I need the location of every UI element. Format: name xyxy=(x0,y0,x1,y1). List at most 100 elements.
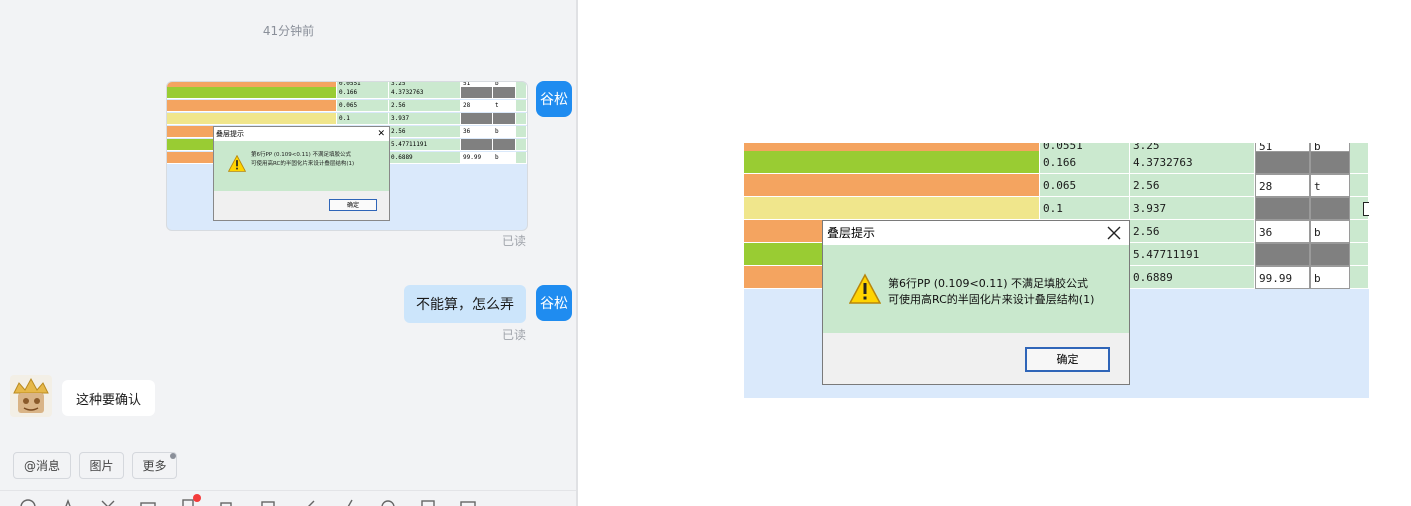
thumbnail-cell xyxy=(167,100,337,112)
scissors-icon[interactable] xyxy=(100,499,116,506)
thumbnail-cell: b xyxy=(493,152,516,164)
thumbnail-cell: 4.3732763 xyxy=(389,87,461,99)
dialog-message-line2: 可使用高RC的半固化片来设计叠层结构(1) xyxy=(888,293,1095,306)
layer-color-cell xyxy=(744,174,1040,197)
thumbnail-cell xyxy=(493,87,516,99)
message-timestamp: 41分钟前 xyxy=(262,24,315,38)
my-avatar[interactable]: 谷松 xyxy=(536,81,572,117)
copper-cell: 99.99 xyxy=(1255,266,1310,289)
thumbnail-cell: 0.065 xyxy=(337,100,389,112)
copper-cell xyxy=(1255,151,1310,174)
value-cell: 4.3732763 xyxy=(1130,151,1255,174)
thumbnail-cell: 2.56 xyxy=(389,100,461,112)
side-cell: b xyxy=(1310,220,1350,243)
pane-divider xyxy=(576,0,578,506)
chat-pane: 41分钟前 0.0551 3.25 51 b 0.166 4.3732763 0.065 2.… xyxy=(0,0,577,506)
side-cell: b xyxy=(1310,266,1350,289)
thumbnail-cell: 3.937 xyxy=(389,113,461,125)
thumbnail-dialog-line2: 可使用高RC的半固化片来设计叠层结构(1) xyxy=(251,161,355,167)
emoji-icon[interactable] xyxy=(20,499,36,506)
layer-color-cell xyxy=(744,151,1040,174)
thumbnail-table-row: 0.065 2.56 28 t xyxy=(167,100,527,112)
copper-cell xyxy=(1255,243,1310,266)
ok-button[interactable]: 确定 xyxy=(1025,347,1110,372)
location-icon[interactable] xyxy=(380,499,396,506)
side-cell xyxy=(1310,197,1350,220)
thumbnail-dialog-title: 叠层提示 xyxy=(216,130,244,138)
my-message-bubble[interactable]: 不能算，怎么弄 xyxy=(404,285,526,323)
table-row: 0.1 3.937 xyxy=(744,197,1369,220)
copper-cell: 28 xyxy=(1255,174,1310,197)
table-row: 0.166 4.3732763 xyxy=(744,151,1369,174)
value-cell: 5.47711191 xyxy=(1130,243,1255,266)
thickness-cell: 0.166 xyxy=(1040,151,1130,174)
side-cell: t xyxy=(1310,174,1350,197)
thumbnail-cell xyxy=(493,139,516,151)
contact-avatar-image xyxy=(10,375,52,417)
contact-message-bubble[interactable]: 这种要确认 xyxy=(62,380,155,416)
thumbnail-table-row: 0.1 3.937 xyxy=(167,113,527,125)
checkbox-cell xyxy=(1350,266,1369,289)
thumbnail-cell: 5.47711191 xyxy=(389,139,461,151)
thumbnail-dialog-line1: 第6行PP (0.109<0.11) 不满足填胶公式 xyxy=(251,152,352,158)
mention-button[interactable]: @消息 xyxy=(13,452,71,479)
checkbox-cell xyxy=(1350,151,1369,174)
thumbnail-warning-icon xyxy=(228,155,246,172)
image-message-thumbnail[interactable]: 0.0551 3.25 51 b 0.166 4.3732763 0.065 2.56 28 t 0… xyxy=(166,81,528,231)
video-icon[interactable] xyxy=(220,499,236,506)
contact-avatar[interactable] xyxy=(10,375,52,417)
row-checkbox[interactable] xyxy=(1363,202,1369,216)
thumbnail-ok-button: 确定 xyxy=(329,199,377,211)
dialog-body: 第6行PP (0.109<0.11) 不满足填胶公式 可使用高RC的半固化片来设… xyxy=(823,245,1129,333)
thumbnail-cell xyxy=(516,100,527,112)
more-indicator-dot xyxy=(170,453,176,459)
thumbnail-cell xyxy=(167,87,337,99)
checkbox-cell xyxy=(1350,174,1369,197)
close-icon[interactable] xyxy=(1107,226,1121,240)
thumbnail-cell: b xyxy=(493,126,516,138)
read-status: 已读 xyxy=(502,234,527,248)
notification-dot xyxy=(193,494,201,502)
my-avatar[interactable]: 谷松 xyxy=(536,285,572,321)
chat-toolbar xyxy=(0,490,577,506)
grid-icon[interactable] xyxy=(420,499,436,506)
image-button[interactable]: 图片 xyxy=(79,452,124,479)
screen-icon[interactable] xyxy=(460,499,476,506)
thumbnail-cell xyxy=(461,139,493,151)
calendar-icon[interactable] xyxy=(260,499,276,506)
thumbnail-table-row: 0.166 4.3732763 xyxy=(167,87,527,99)
stackup-warning-dialog: 叠层提示 第6行PP (0.109<0.11) 不满足填胶公式 可使用高RC的半… xyxy=(822,220,1130,385)
value-cell: 0.6889 xyxy=(1130,266,1255,289)
checkbox-cell xyxy=(1350,243,1369,266)
thumbnail-cell xyxy=(516,126,527,138)
thumbnail-cell xyxy=(167,113,337,125)
thumbnail-cell: 99.99 xyxy=(461,152,493,164)
value-cell: 2.56 xyxy=(1130,174,1255,197)
dialog-title: 叠层提示 xyxy=(827,226,876,240)
thumbnail-cell: 0.1 xyxy=(337,113,389,125)
thumbnail-cell: 0.6889 xyxy=(389,152,461,164)
warning-icon xyxy=(849,273,881,304)
side-cell xyxy=(1310,151,1350,174)
font-icon[interactable] xyxy=(60,499,76,506)
thumbnail-cell xyxy=(493,113,516,125)
layer-color-cell xyxy=(744,197,1040,220)
thumbnail-close-icon: ✕ xyxy=(377,129,385,139)
thumbnail-cell: 0.166 xyxy=(337,87,389,99)
thumbnail-cell xyxy=(516,152,527,164)
dialog-titlebar: 叠层提示 xyxy=(823,221,1129,245)
value-cell: 2.56 xyxy=(1130,220,1255,243)
thickness-cell: 0.1 xyxy=(1040,197,1130,220)
thumbnail-cell: 2.56 xyxy=(389,126,461,138)
thumbnail-cell xyxy=(461,113,493,125)
thumbnail-cell xyxy=(516,113,527,125)
thumbnail-dialog: 叠层提示 ✕ 第6行PP (0.109<0.11) 不满足填胶公式 可使用高RC的… xyxy=(213,126,390,221)
thumbnail-cell: 36 xyxy=(461,126,493,138)
thumbnail-cell: t xyxy=(493,100,516,112)
pen-icon[interactable] xyxy=(340,499,356,506)
thumbnail-cell: 28 xyxy=(461,100,493,112)
thickness-cell: 0.065 xyxy=(1040,174,1130,197)
folder-icon[interactable] xyxy=(140,499,156,506)
table-row: 0.065 2.56 28 t xyxy=(744,174,1369,197)
edit-icon[interactable] xyxy=(300,499,316,506)
